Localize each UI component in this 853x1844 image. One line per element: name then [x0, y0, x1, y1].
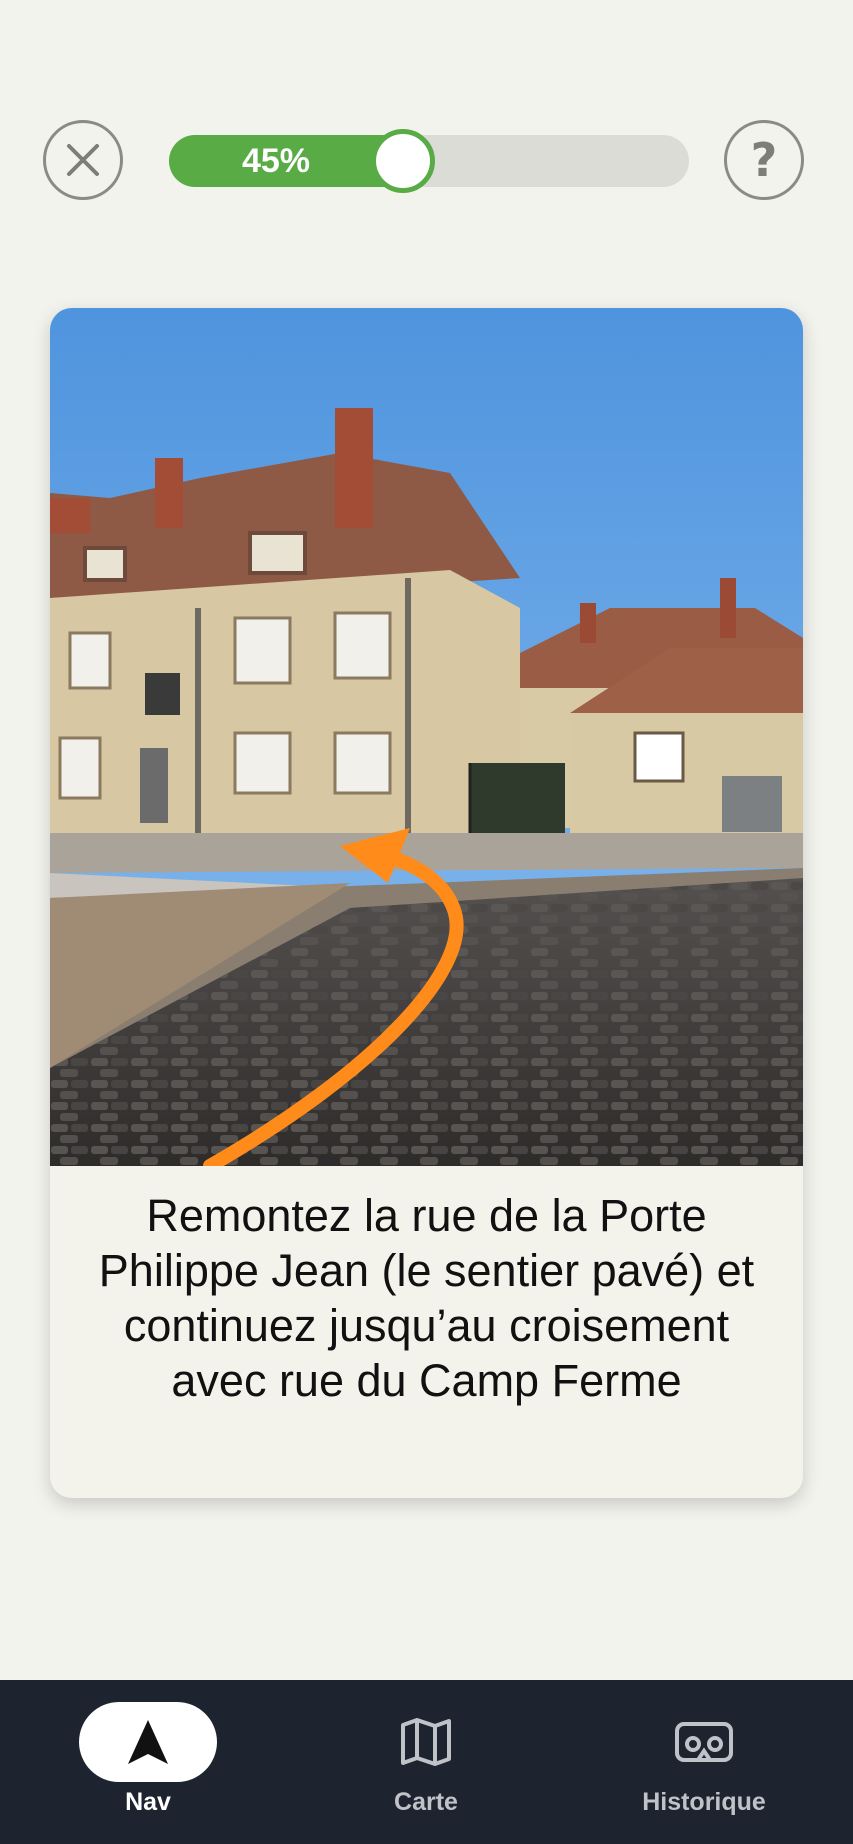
instruction-card: Remontez la rue de la Porte Philippe Jea… [50, 308, 803, 1498]
nav-tab-historique[interactable]: Historique [562, 1680, 846, 1844]
nav-tab-carte[interactable]: Carte [284, 1680, 568, 1844]
close-button[interactable] [43, 120, 123, 200]
historique-tab-label: Historique [642, 1788, 766, 1816]
bottom-navigation: Nav Carte Historique [0, 1680, 853, 1844]
nav-tab-pill [79, 1702, 217, 1782]
instruction-text: Remontez la rue de la Porte Philippe Jea… [98, 1190, 755, 1406]
carte-tab-label: Carte [394, 1788, 458, 1816]
nav-tab-label: Nav [125, 1788, 171, 1816]
close-x-icon [67, 144, 99, 176]
historique-tab-pill [635, 1702, 773, 1782]
street-photo [50, 308, 803, 1166]
progress-knob[interactable] [371, 129, 435, 193]
vr-headset-icon [675, 1722, 733, 1762]
help-button[interactable]: ? [724, 120, 804, 200]
question-mark-icon: ? [750, 133, 778, 187]
progress-label: 45% [241, 142, 311, 180]
top-bar: 45% ? [0, 0, 853, 260]
carte-tab-pill [357, 1702, 495, 1782]
map-icon [401, 1718, 451, 1766]
nav-tab-nav[interactable]: Nav [6, 1680, 290, 1844]
navigation-arrow-icon [128, 1720, 168, 1764]
progress-bar: 45% [169, 129, 689, 193]
